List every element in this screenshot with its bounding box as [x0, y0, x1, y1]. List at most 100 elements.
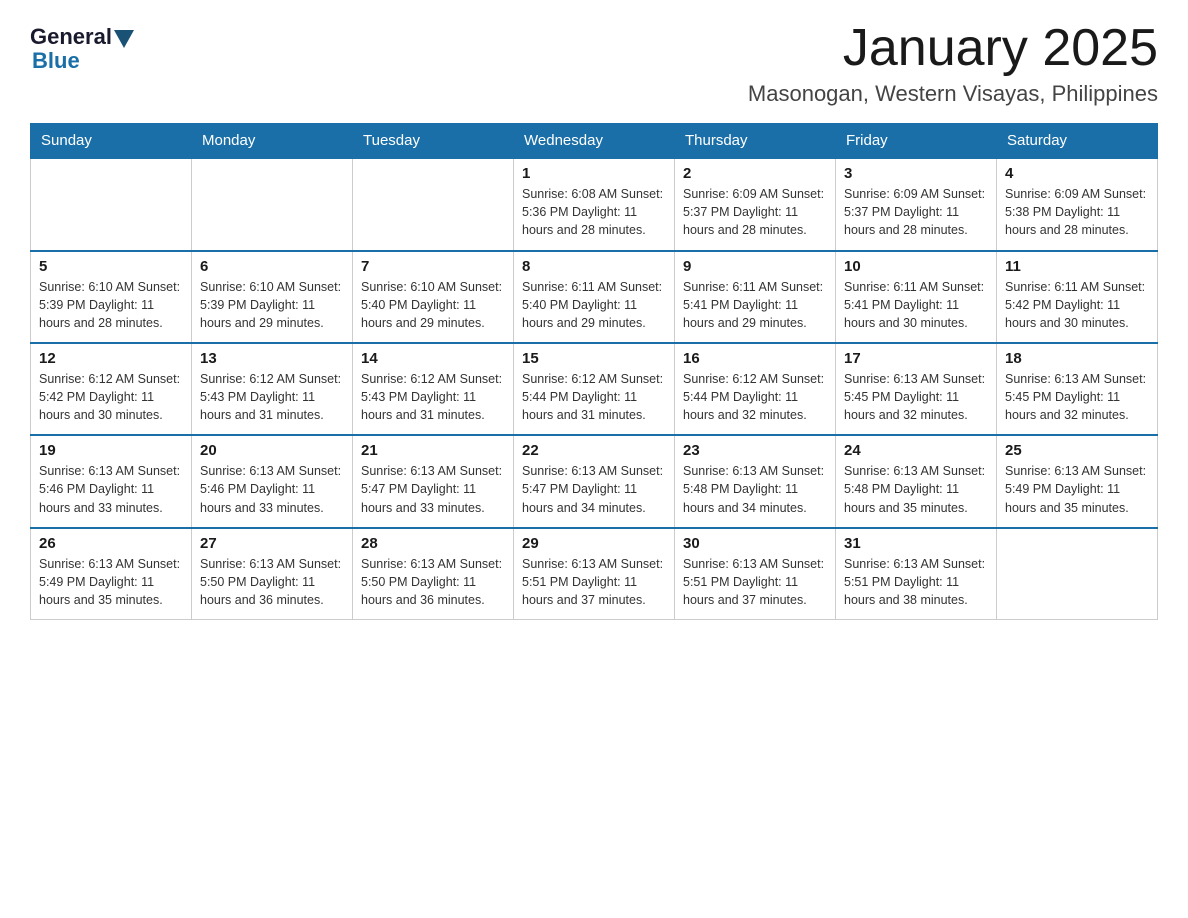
day-number: 25 [1005, 442, 1149, 459]
calendar-table: SundayMondayTuesdayWednesdayThursdayFrid… [30, 123, 1158, 620]
day-info: Sunrise: 6:12 AM Sunset: 5:43 PM Dayligh… [200, 370, 344, 424]
calendar-cell [997, 528, 1158, 620]
day-info: Sunrise: 6:08 AM Sunset: 5:36 PM Dayligh… [522, 185, 666, 239]
day-info: Sunrise: 6:13 AM Sunset: 5:51 PM Dayligh… [844, 555, 988, 609]
calendar-cell: 4 Sunrise: 6:09 AM Sunset: 5:38 PM Daylig… [997, 158, 1158, 250]
day-number: 9 [683, 258, 827, 275]
day-info: Sunrise: 6:12 AM Sunset: 5:44 PM Dayligh… [683, 370, 827, 424]
day-info: Sunrise: 6:13 AM Sunset: 5:47 PM Dayligh… [361, 462, 505, 516]
day-number: 24 [844, 442, 988, 459]
calendar-day-header: Thursday [675, 124, 836, 159]
day-number: 8 [522, 258, 666, 275]
calendar-cell: 2 Sunrise: 6:09 AM Sunset: 5:37 PM Daylig… [675, 158, 836, 250]
calendar-cell: 8 Sunrise: 6:11 AM Sunset: 5:40 PM Daylig… [514, 251, 675, 343]
day-info: Sunrise: 6:09 AM Sunset: 5:38 PM Dayligh… [1005, 185, 1149, 239]
calendar-cell: 18 Sunrise: 6:13 AM Sunset: 5:45 PM Dayli… [997, 343, 1158, 435]
calendar-cell: 14 Sunrise: 6:12 AM Sunset: 5:43 PM Dayli… [353, 343, 514, 435]
day-info: Sunrise: 6:12 AM Sunset: 5:42 PM Dayligh… [39, 370, 183, 424]
page-subtitle: Masonogan, Western Visayas, Philippines [748, 81, 1158, 107]
day-info: Sunrise: 6:13 AM Sunset: 5:51 PM Dayligh… [683, 555, 827, 609]
day-number: 21 [361, 442, 505, 459]
calendar-week-row: 26 Sunrise: 6:13 AM Sunset: 5:49 PM Dayli… [31, 528, 1158, 620]
logo: General Blue [30, 20, 134, 74]
calendar-week-row: 1 Sunrise: 6:08 AM Sunset: 5:36 PM Daylig… [31, 158, 1158, 250]
day-info: Sunrise: 6:10 AM Sunset: 5:39 PM Dayligh… [39, 278, 183, 332]
calendar-cell: 29Sunrise: 6:13 AM Sunset: 5:51 PM Dayli… [514, 528, 675, 620]
calendar-cell: 20Sunrise: 6:13 AM Sunset: 5:46 PM Dayli… [192, 435, 353, 527]
calendar-cell: 22 Sunrise: 6:13 AM Sunset: 5:47 PM Dayli… [514, 435, 675, 527]
day-number: 29 [522, 535, 666, 552]
calendar-cell: 5 Sunrise: 6:10 AM Sunset: 5:39 PM Daylig… [31, 251, 192, 343]
day-info: Sunrise: 6:12 AM Sunset: 5:43 PM Dayligh… [361, 370, 505, 424]
day-number: 10 [844, 258, 988, 275]
calendar-cell: 10 Sunrise: 6:11 AM Sunset: 5:41 PM Dayli… [836, 251, 997, 343]
day-number: 16 [683, 350, 827, 367]
calendar-week-row: 19 Sunrise: 6:13 AM Sunset: 5:46 PM Dayli… [31, 435, 1158, 527]
day-number: 7 [361, 258, 505, 275]
day-info: Sunrise: 6:13 AM Sunset: 5:49 PM Dayligh… [39, 555, 183, 609]
day-info: Sunrise: 6:11 AM Sunset: 5:42 PM Dayligh… [1005, 278, 1149, 332]
calendar-week-row: 5 Sunrise: 6:10 AM Sunset: 5:39 PM Daylig… [31, 251, 1158, 343]
day-number: 15 [522, 350, 666, 367]
day-number: 26 [39, 535, 183, 552]
day-info: Sunrise: 6:13 AM Sunset: 5:46 PM Dayligh… [200, 462, 344, 516]
calendar-cell: 23Sunrise: 6:13 AM Sunset: 5:48 PM Dayli… [675, 435, 836, 527]
day-number: 5 [39, 258, 183, 275]
day-info: Sunrise: 6:11 AM Sunset: 5:41 PM Dayligh… [844, 278, 988, 332]
calendar-cell [353, 158, 514, 250]
calendar-cell: 16 Sunrise: 6:12 AM Sunset: 5:44 PM Dayli… [675, 343, 836, 435]
day-number: 19 [39, 442, 183, 459]
calendar-week-row: 12 Sunrise: 6:12 AM Sunset: 5:42 PM Dayli… [31, 343, 1158, 435]
day-info: Sunrise: 6:13 AM Sunset: 5:47 PM Dayligh… [522, 462, 666, 516]
day-info: Sunrise: 6:13 AM Sunset: 5:45 PM Dayligh… [844, 370, 988, 424]
day-number: 18 [1005, 350, 1149, 367]
calendar-cell: 15Sunrise: 6:12 AM Sunset: 5:44 PM Dayli… [514, 343, 675, 435]
day-number: 1 [522, 165, 666, 182]
calendar-day-header: Friday [836, 124, 997, 159]
day-info: Sunrise: 6:11 AM Sunset: 5:40 PM Dayligh… [522, 278, 666, 332]
calendar-day-header: Sunday [31, 124, 192, 159]
calendar-day-header: Monday [192, 124, 353, 159]
calendar-day-header: Wednesday [514, 124, 675, 159]
calendar-cell [192, 158, 353, 250]
calendar-cell: 21 Sunrise: 6:13 AM Sunset: 5:47 PM Dayli… [353, 435, 514, 527]
day-info: Sunrise: 6:09 AM Sunset: 5:37 PM Dayligh… [844, 185, 988, 239]
day-number: 13 [200, 350, 344, 367]
calendar-cell: 3Sunrise: 6:09 AM Sunset: 5:37 PM Daylig… [836, 158, 997, 250]
calendar-cell: 7Sunrise: 6:10 AM Sunset: 5:40 PM Daylig… [353, 251, 514, 343]
calendar-cell [31, 158, 192, 250]
calendar-cell: 12 Sunrise: 6:12 AM Sunset: 5:42 PM Dayli… [31, 343, 192, 435]
calendar-cell: 9 Sunrise: 6:11 AM Sunset: 5:41 PM Daylig… [675, 251, 836, 343]
day-number: 6 [200, 258, 344, 275]
day-number: 22 [522, 442, 666, 459]
logo-general-text: General [30, 24, 112, 50]
day-number: 27 [200, 535, 344, 552]
calendar-cell: 6 Sunrise: 6:10 AM Sunset: 5:39 PM Daylig… [192, 251, 353, 343]
day-info: Sunrise: 6:10 AM Sunset: 5:39 PM Dayligh… [200, 278, 344, 332]
day-number: 17 [844, 350, 988, 367]
day-info: Sunrise: 6:13 AM Sunset: 5:48 PM Dayligh… [844, 462, 988, 516]
day-info: Sunrise: 6:13 AM Sunset: 5:50 PM Dayligh… [361, 555, 505, 609]
title-section: January 2025 Masonogan, Western Visayas,… [748, 20, 1158, 107]
day-number: 14 [361, 350, 505, 367]
page-header: General Blue January 2025 Masonogan, Wes… [30, 20, 1158, 107]
calendar-cell: 26 Sunrise: 6:13 AM Sunset: 5:49 PM Dayli… [31, 528, 192, 620]
day-number: 28 [361, 535, 505, 552]
day-info: Sunrise: 6:11 AM Sunset: 5:41 PM Dayligh… [683, 278, 827, 332]
calendar-cell: 27Sunrise: 6:13 AM Sunset: 5:50 PM Dayli… [192, 528, 353, 620]
day-number: 12 [39, 350, 183, 367]
calendar-cell: 1 Sunrise: 6:08 AM Sunset: 5:36 PM Daylig… [514, 158, 675, 250]
day-info: Sunrise: 6:13 AM Sunset: 5:45 PM Dayligh… [1005, 370, 1149, 424]
day-number: 4 [1005, 165, 1149, 182]
page-title: January 2025 [748, 20, 1158, 77]
logo-triangle-icon [114, 30, 134, 48]
calendar-cell: 25Sunrise: 6:13 AM Sunset: 5:49 PM Dayli… [997, 435, 1158, 527]
day-info: Sunrise: 6:09 AM Sunset: 5:37 PM Dayligh… [683, 185, 827, 239]
calendar-cell: 13 Sunrise: 6:12 AM Sunset: 5:43 PM Dayli… [192, 343, 353, 435]
day-info: Sunrise: 6:13 AM Sunset: 5:48 PM Dayligh… [683, 462, 827, 516]
day-number: 11 [1005, 258, 1149, 275]
day-number: 2 [683, 165, 827, 182]
calendar-header-row: SundayMondayTuesdayWednesdayThursdayFrid… [31, 124, 1158, 159]
calendar-day-header: Tuesday [353, 124, 514, 159]
calendar-cell: 17 Sunrise: 6:13 AM Sunset: 5:45 PM Dayli… [836, 343, 997, 435]
